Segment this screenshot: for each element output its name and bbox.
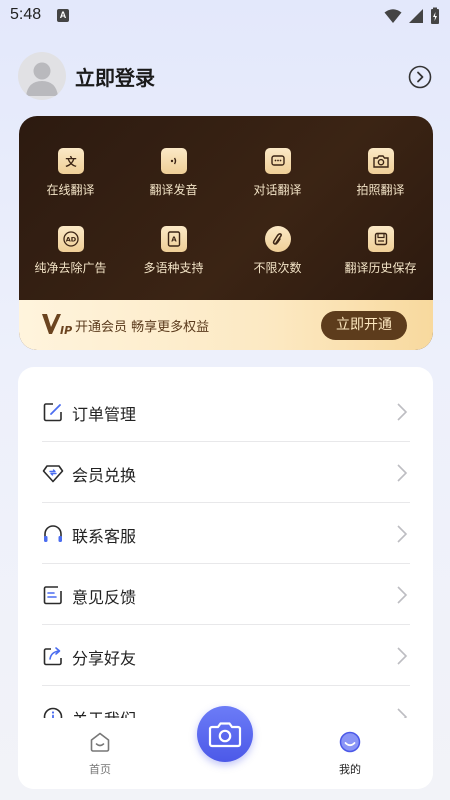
svg-text:文: 文 — [65, 155, 77, 169]
nav-home[interactable]: 首页 — [78, 730, 122, 777]
chevron-right-icon — [397, 525, 408, 543]
chevron-right-icon — [397, 586, 408, 604]
vip-feature-grid: 文 在线翻译 翻译发音 对话翻译 拍照翻译 AD 纯净去除广告 A 多语种支持 … — [19, 116, 433, 300]
camera-icon — [208, 722, 242, 748]
svg-text:AD: AD — [65, 236, 76, 244]
chevron-circle-right-icon[interactable] — [408, 65, 432, 89]
status-bar: 5:48 A — [0, 0, 450, 32]
language-book-icon: A — [160, 226, 187, 252]
feature-label: 对话翻译 — [253, 183, 302, 197]
feature-label: 翻译历史保存 — [344, 261, 417, 275]
signal-icon — [409, 9, 423, 23]
user-avatar-icon — [26, 62, 58, 96]
nav-home-label: 首页 — [89, 763, 111, 776]
feature-ad-free: AD 纯净去除广告 — [19, 226, 122, 276]
status-time: 5:48 — [10, 6, 42, 23]
profile-smile-icon — [339, 731, 361, 753]
feature-label: 多语种支持 — [143, 261, 204, 275]
feature-label: 纯净去除广告 — [34, 261, 107, 275]
headset-icon — [44, 525, 62, 542]
menu-item-label: 分享好友 — [72, 649, 137, 668]
camera-capture-button[interactable] — [197, 706, 253, 762]
feature-online-translate: 文 在线翻译 — [19, 148, 122, 198]
vip-card: 文 在线翻译 翻译发音 对话翻译 拍照翻译 AD 纯净去除广告 A 多语种支持 … — [19, 116, 433, 350]
feature-photo-translate: 拍照翻译 — [329, 148, 432, 198]
battery-icon — [431, 7, 439, 24]
feature-dialogue-translate: 对话翻译 — [226, 148, 329, 198]
open-vip-button[interactable]: 立即开通 — [321, 311, 407, 340]
svg-text:IP: IP — [60, 324, 72, 336]
share-icon — [43, 647, 62, 666]
feature-unlimited: 不限次数 — [226, 226, 329, 276]
avatar[interactable] — [18, 52, 66, 100]
history-save-icon — [367, 226, 394, 252]
chevron-right-icon — [397, 647, 408, 665]
infinite-icon — [264, 226, 291, 252]
menu-item-label: 联系客服 — [72, 527, 137, 546]
menu-item-share[interactable]: 分享好友 — [42, 625, 410, 686]
login-label[interactable]: 立即登录 — [75, 62, 155, 91]
feedback-icon — [43, 586, 62, 605]
menu-item-feedback[interactable]: 意见反馈 — [42, 564, 410, 625]
menu-item-customer-service[interactable]: 联系客服 — [42, 503, 410, 564]
translate-icon: 文 — [57, 148, 84, 174]
feature-label: 翻译发音 — [149, 183, 198, 197]
camera-icon — [367, 148, 394, 174]
chat-icon — [264, 148, 291, 174]
chevron-right-icon — [397, 464, 408, 482]
profile-header[interactable]: 立即登录 — [18, 52, 432, 102]
menu-item-label: 意见反馈 — [72, 588, 137, 607]
vip-promo-text: 开通会员 畅享更多权益 — [75, 320, 210, 335]
speaker-icon — [160, 148, 187, 174]
diamond-exchange-icon — [42, 465, 64, 483]
home-icon — [90, 732, 110, 752]
vip-logo-icon: IP — [42, 314, 72, 336]
feature-multi-language: A 多语种支持 — [122, 226, 225, 276]
feature-history-save: 翻译历史保存 — [329, 226, 432, 276]
feature-label: 在线翻译 — [46, 183, 95, 197]
feature-label: 拍照翻译 — [356, 183, 405, 197]
menu-item-label: 订单管理 — [72, 405, 137, 424]
edit-order-icon — [43, 403, 62, 422]
menu-item-orders[interactable]: 订单管理 — [42, 381, 410, 442]
nav-mine[interactable]: 我的 — [328, 730, 372, 777]
vip-promo-bar[interactable]: IP 开通会员 畅享更多权益 立即开通 — [19, 300, 433, 350]
status-icons — [384, 7, 440, 25]
feature-label: 不限次数 — [253, 261, 302, 275]
wifi-icon — [384, 9, 402, 23]
svg-text:A: A — [171, 236, 177, 244]
feature-pronunciation: 翻译发音 — [122, 148, 225, 198]
chevron-right-icon — [397, 403, 408, 421]
menu-item-label: 会员兑换 — [72, 466, 137, 485]
notification-app-icon: A — [57, 9, 69, 22]
nav-mine-label: 我的 — [339, 763, 361, 776]
ad-block-icon: AD — [57, 226, 84, 252]
menu-item-member-exchange[interactable]: 会员兑换 — [42, 442, 410, 503]
